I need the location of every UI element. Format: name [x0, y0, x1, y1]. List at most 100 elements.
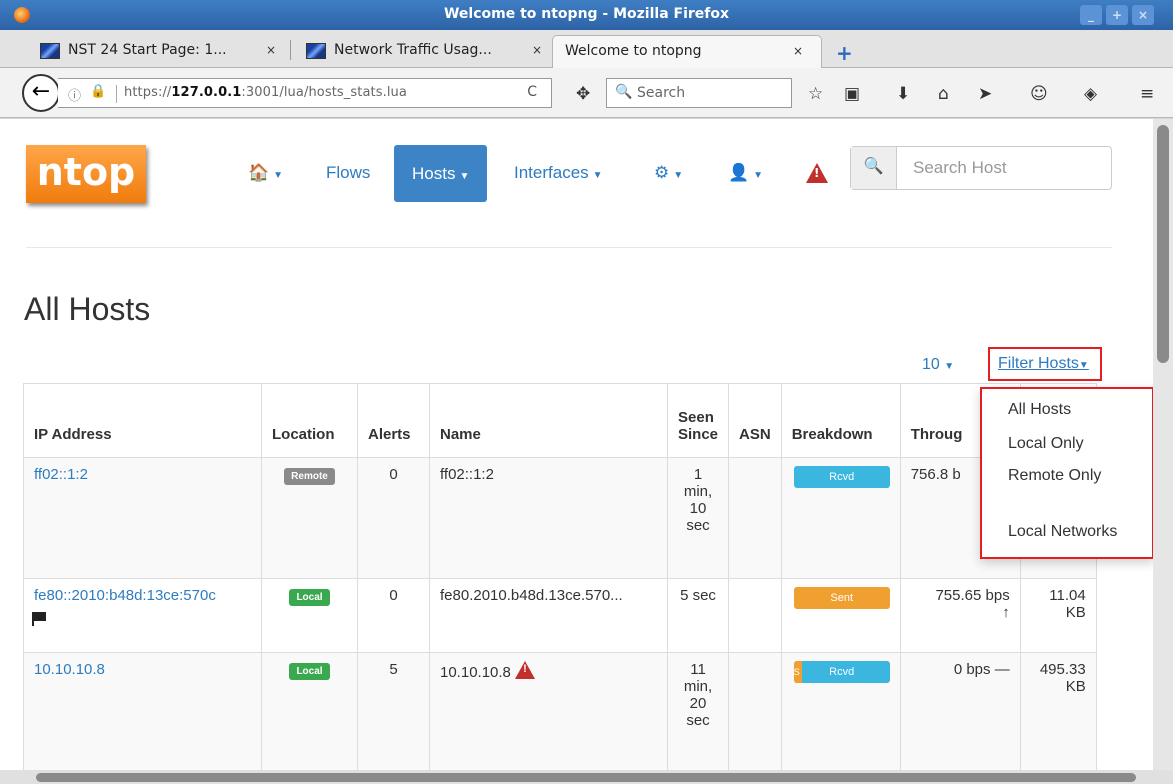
filter-option-all-hosts[interactable]: All Hosts — [1008, 401, 1071, 419]
reload-icon[interactable]: C — [527, 84, 537, 100]
lock-icon[interactable]: 🔒 — [90, 84, 106, 99]
breakdown-cell: S Rcvd — [780, 652, 901, 770]
url-text[interactable]: https://127.0.0.1:3001/lua/hosts_stats.l… — [124, 85, 407, 100]
hosts-table: IP Address Location Alerts Name Seen Sinc… — [23, 383, 1097, 770]
name-cell: 10.10.10.8 ! — [429, 652, 668, 770]
url-bar[interactable]: ⓘ 🔒 https://127.0.0.1:3001/lua/hosts_sta… — [58, 78, 552, 108]
ip-cell: 10.10.10.8 — [23, 652, 262, 770]
column-header-breakdown[interactable]: Breakdown — [780, 383, 901, 458]
location-cell: Local — [261, 652, 358, 770]
bookmark-star-icon[interactable]: ☆ — [808, 84, 823, 104]
search-icon: 🔍 — [851, 147, 897, 189]
home-icon[interactable]: ⌂ — [938, 84, 949, 104]
alerts-cell: 0 — [357, 578, 430, 653]
filter-option-local-only[interactable]: Local Only — [1008, 435, 1084, 453]
horizontal-scrollbar[interactable] — [0, 770, 1173, 784]
location-badge: Local — [289, 663, 330, 680]
scroll-thumb[interactable] — [1157, 125, 1169, 363]
tab-welcome-ntopng[interactable]: Welcome to ntopng × — [552, 35, 822, 68]
hamburger-menu-icon[interactable]: ≡ — [1140, 84, 1154, 104]
tab-label: Welcome to ntopng — [565, 43, 702, 59]
column-header-alerts[interactable]: Alerts — [357, 383, 430, 458]
filter-hosts-button[interactable]: Filter Hosts▼ — [988, 347, 1102, 381]
tab-close-icon[interactable]: × — [793, 44, 803, 58]
column-header-asn[interactable]: ASN — [728, 383, 782, 458]
dash-icon: — — [994, 661, 1010, 678]
tab-nst-start-page[interactable]: NST 24 Start Page: 1... × — [26, 35, 288, 68]
header-divider — [26, 247, 1112, 248]
navigation-bar: ← ⓘ 🔒 https://127.0.0.1:3001/lua/hosts_s… — [0, 68, 1173, 118]
seen-since-cell: 11 min, 20 sec — [666, 652, 730, 770]
move-icon[interactable]: ✥ — [576, 84, 590, 104]
download-icon[interactable]: ⬇ — [896, 84, 910, 104]
info-icon[interactable]: ⓘ — [68, 85, 81, 104]
home-icon: 🏠 — [248, 163, 270, 182]
maximize-button[interactable]: + — [1106, 5, 1128, 25]
back-button[interactable]: ← — [22, 74, 60, 112]
menu-home[interactable]: 🏠 ▼ — [248, 163, 283, 183]
tab-network-traffic[interactable]: Network Traffic Usag... × — [292, 35, 550, 68]
per-page-dropdown[interactable]: 10 ▼ — [922, 356, 954, 374]
asn-cell — [728, 578, 782, 653]
host-link[interactable]: 10.10.10.8 — [34, 661, 105, 678]
pocket-icon[interactable]: ◈ — [1084, 84, 1097, 104]
vertical-scrollbar[interactable] — [1153, 119, 1173, 770]
location-badge: Local — [289, 589, 330, 606]
ip-cell: fe80::2010:b48d:13ce:570c — [23, 578, 262, 653]
location-badge: Remote — [284, 468, 335, 485]
traffic-cell: 495.33 KB — [1019, 652, 1097, 770]
seen-since-cell: 1 min, 10 sec — [666, 457, 730, 579]
search-placeholder: Search — [637, 85, 686, 101]
ip-cell: ff02::1:2 — [23, 457, 262, 579]
window-title: Welcome to ntopng - Mozilla Firefox — [443, 6, 730, 22]
window-titlebar: Welcome to ntopng - Mozilla Firefox _ + … — [0, 0, 1173, 30]
alert-warning-icon[interactable]: ! — [806, 163, 828, 183]
column-header-location[interactable]: Location — [261, 383, 358, 458]
breakdown-cell: Sent — [780, 578, 901, 653]
menu-flows[interactable]: Flows — [326, 163, 370, 183]
breakdown-bar: Rcvd — [793, 466, 890, 488]
menu-settings[interactable]: ⚙ ▼ — [654, 163, 683, 183]
scroll-thumb[interactable] — [36, 773, 1136, 782]
search-icon: 🔍 — [615, 84, 633, 100]
filter-option-remote-only[interactable]: Remote Only — [1008, 467, 1101, 485]
sync-icon[interactable]: ☺ — [1030, 84, 1048, 104]
traffic-cell: 11.04 KB — [1019, 578, 1097, 653]
name-cell: ff02::1:2 — [429, 457, 668, 579]
alerts-cell: 5 — [357, 652, 430, 770]
tab-close-icon[interactable]: × — [532, 43, 542, 57]
table-row: ff02::1:2 Remote 0 ff02::1:2 1 min, 10 sec … — [23, 457, 1097, 579]
new-tab-button[interactable]: + — [836, 41, 853, 65]
name-cell: fe80.2010.b48d.13ce.570... — [429, 578, 668, 653]
browser-search-input[interactable]: 🔍 Search — [606, 78, 792, 108]
ntop-logo[interactable]: ntop — [26, 145, 146, 203]
throughput-cell: 755.65 bps ↑ — [899, 578, 1021, 653]
user-icon: 👤 — [728, 163, 750, 182]
page-title: All Hosts — [24, 291, 151, 327]
warning-icon[interactable]: ! — [515, 661, 536, 679]
tab-close-icon[interactable]: × — [266, 43, 276, 57]
close-window-button[interactable]: × — [1132, 5, 1154, 25]
reading-list-icon[interactable]: ▣ — [844, 84, 860, 104]
filter-option-local-networks[interactable]: Local Networks — [1008, 523, 1117, 541]
location-cell: Remote — [261, 457, 358, 579]
column-header-name[interactable]: Name — [429, 383, 668, 458]
minimize-button[interactable]: _ — [1080, 5, 1102, 25]
host-link[interactable]: fe80::2010:b48d:13ce:570c — [34, 587, 216, 604]
breakdown-bar: S Rcvd — [793, 661, 890, 683]
tab-label: NST 24 Start Page: 1... — [68, 42, 227, 58]
menu-user[interactable]: 👤 ▼ — [728, 163, 763, 183]
nst-favicon-icon — [40, 43, 60, 59]
column-header-seen-since[interactable]: Seen Since — [666, 383, 730, 458]
breakdown-cell: Rcvd — [780, 457, 901, 579]
menu-interfaces[interactable]: Interfaces ▼ — [514, 163, 603, 183]
nst-favicon-icon — [306, 43, 326, 59]
menu-hosts[interactable]: Hosts ▼ — [394, 145, 488, 202]
send-icon[interactable]: ➤ — [978, 84, 992, 104]
url-divider — [116, 85, 117, 103]
location-cell: Local — [261, 578, 358, 653]
search-host-input[interactable]: 🔍 Search Host — [850, 146, 1112, 190]
asn-cell — [728, 457, 782, 579]
column-header-ip[interactable]: IP Address — [23, 383, 262, 458]
host-link[interactable]: ff02::1:2 — [34, 466, 88, 483]
